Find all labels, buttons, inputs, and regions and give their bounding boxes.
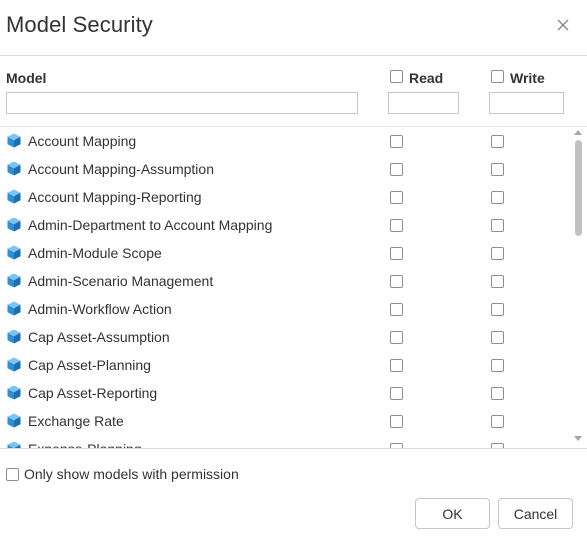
write-checkbox[interactable]: [491, 331, 504, 344]
model-row[interactable]: Admin-Scenario Management: [0, 267, 570, 295]
only-show-permission-label: Only show models with permission: [24, 466, 239, 482]
model-name: Exchange Rate: [28, 413, 124, 429]
model-row[interactable]: Admin-Module Scope: [0, 239, 570, 267]
scroll-thumb[interactable]: [575, 140, 582, 236]
scroll-up-arrow[interactable]: [574, 130, 582, 135]
model-name: Cap Asset-Reporting: [28, 385, 158, 401]
write-checkbox[interactable]: [491, 359, 504, 372]
model-name: Account Mapping: [28, 133, 137, 149]
model-row[interactable]: Admin-Workflow Action: [0, 295, 570, 323]
model-row[interactable]: Cap Asset-Reporting: [0, 379, 570, 407]
read-checkbox[interactable]: [390, 359, 403, 372]
read-column-label: Read: [409, 70, 444, 86]
read-checkbox[interactable]: [390, 275, 403, 288]
model-name: Cap Asset-Planning: [28, 357, 151, 373]
model-column-label: Model: [6, 70, 47, 86]
model-row[interactable]: Account Mapping: [0, 127, 570, 155]
model-name: Cap Asset-Assumption: [28, 329, 170, 345]
read-checkbox[interactable]: [390, 163, 403, 176]
read-checkbox[interactable]: [390, 415, 403, 428]
model-row[interactable]: Expense-Planning: [0, 435, 570, 448]
cancel-button[interactable]: Cancel: [498, 498, 573, 529]
model-name: Admin-Department to Account Mapping: [28, 217, 273, 233]
model-name: Admin-Scenario Management: [28, 273, 214, 289]
ok-button[interactable]: OK: [415, 498, 490, 529]
model-filter-input[interactable]: [6, 92, 358, 114]
write-checkbox[interactable]: [491, 135, 504, 148]
cube-icon: [7, 189, 21, 204]
cube-icon: [7, 273, 21, 288]
cube-icon: [7, 133, 21, 148]
model-row[interactable]: Account Mapping-Assumption: [0, 155, 570, 183]
cube-icon: [7, 329, 21, 344]
read-checkbox[interactable]: [390, 387, 403, 400]
model-row[interactable]: Exchange Rate: [0, 407, 570, 435]
column-header: Model Read Write: [0, 56, 587, 127]
write-column-label: Write: [510, 70, 545, 86]
model-name: Account Mapping-Assumption: [28, 161, 214, 177]
write-checkbox[interactable]: [491, 275, 504, 288]
model-name: Admin-Module Scope: [28, 245, 162, 261]
model-row[interactable]: Cap Asset-Planning: [0, 351, 570, 379]
model-row[interactable]: Admin-Department to Account Mapping: [0, 211, 570, 239]
cube-icon: [7, 357, 21, 372]
cube-icon: [7, 161, 21, 176]
read-checkbox[interactable]: [390, 247, 403, 260]
model-list: Account Mapping Account Mapping-Assumptio…: [0, 127, 587, 448]
read-all-checkbox[interactable]: [390, 70, 403, 83]
write-checkbox[interactable]: [491, 219, 504, 232]
write-checkbox[interactable]: [491, 387, 504, 400]
read-filter-input[interactable]: [388, 92, 459, 114]
cube-icon: [7, 385, 21, 400]
model-row[interactable]: Cap Asset-Assumption: [0, 323, 570, 351]
model-security-dialog: Model Security Model Read Write Account …: [0, 0, 587, 541]
footer-divider: [0, 448, 587, 449]
write-checkbox[interactable]: [491, 415, 504, 428]
cube-icon: [7, 413, 21, 428]
read-checkbox[interactable]: [390, 303, 403, 316]
write-all-checkbox[interactable]: [491, 70, 504, 83]
cube-icon: [7, 301, 21, 316]
only-show-permission-checkbox[interactable]: [6, 468, 19, 481]
model-name: Account Mapping-Reporting: [28, 189, 202, 205]
dialog-header: Model Security: [0, 0, 587, 56]
write-checkbox[interactable]: [491, 163, 504, 176]
scroll-down-arrow[interactable]: [574, 436, 582, 441]
model-name: Admin-Workflow Action: [28, 301, 172, 317]
write-filter-input[interactable]: [489, 92, 564, 114]
model-name: Expense-Planning: [28, 441, 142, 448]
cube-icon: [7, 441, 21, 448]
cube-icon: [7, 245, 21, 260]
write-checkbox[interactable]: [491, 303, 504, 316]
close-icon[interactable]: [554, 16, 572, 34]
model-row[interactable]: Account Mapping-Reporting: [0, 183, 570, 211]
read-checkbox[interactable]: [390, 191, 403, 204]
write-checkbox[interactable]: [491, 247, 504, 260]
read-checkbox[interactable]: [390, 219, 403, 232]
read-checkbox[interactable]: [390, 135, 403, 148]
read-checkbox[interactable]: [390, 331, 403, 344]
cube-icon: [7, 217, 21, 232]
write-checkbox[interactable]: [491, 191, 504, 204]
dialog-title: Model Security: [6, 12, 153, 37]
